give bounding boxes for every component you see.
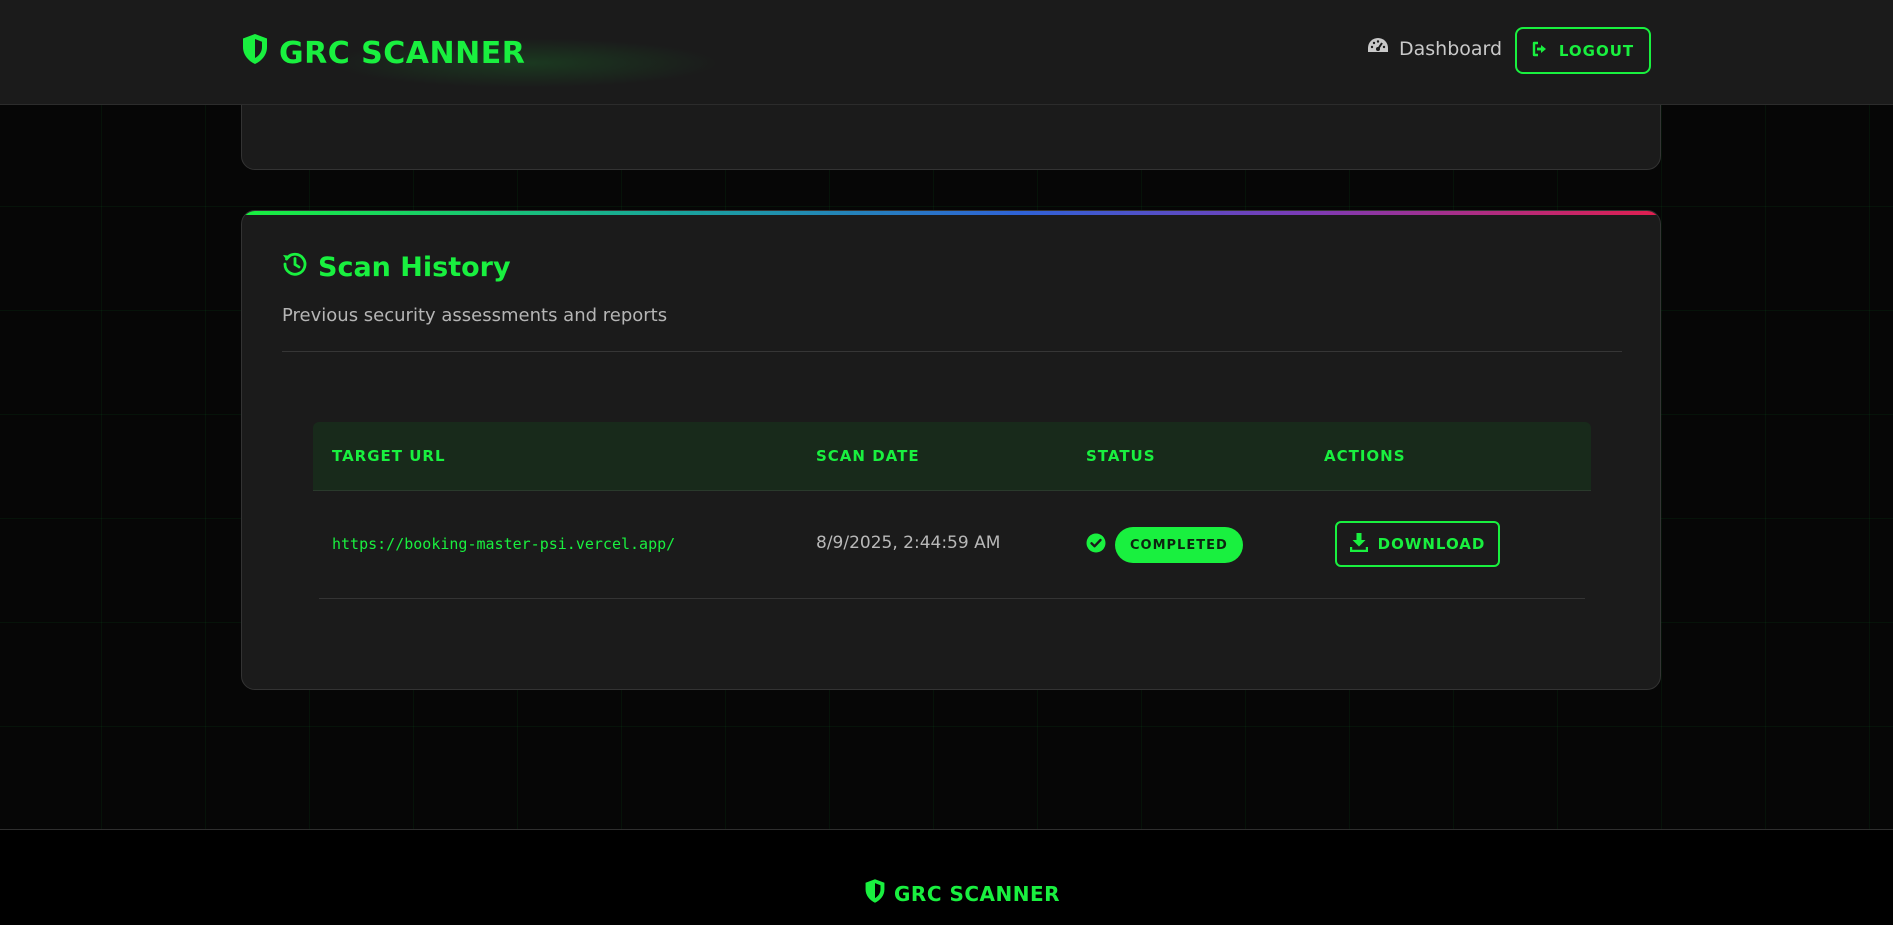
logout-label: LOGOUT [1558, 41, 1635, 60]
table-row: https://booking-master-psi.vercel.app/ 8… [313, 491, 1591, 599]
column-header-target-url: TARGET URL [332, 447, 446, 465]
brand-name: GRC SCANNER [279, 35, 526, 71]
row-divider [319, 598, 1585, 599]
history-icon [282, 251, 308, 284]
nav-dashboard-link[interactable]: Dashboard [1367, 37, 1502, 60]
gauge-icon [1367, 37, 1389, 60]
nav-dashboard-label: Dashboard [1399, 37, 1503, 60]
column-header-status: STATUS [1086, 447, 1156, 465]
table-header: TARGET URL SCAN DATE STATUS ACTIONS [313, 422, 1591, 491]
logout-button[interactable]: LOGOUT [1515, 27, 1651, 74]
download-button[interactable]: DOWNLOAD [1335, 521, 1500, 567]
scan-history-heading: Scan History [282, 251, 511, 284]
status-badge: COMPLETED [1115, 527, 1243, 563]
divider [282, 351, 1622, 352]
shield-icon [864, 878, 886, 909]
download-icon [1349, 532, 1368, 556]
scan-history-title: Scan History [318, 252, 511, 283]
scan-history-table: TARGET URL SCAN DATE STATUS ACTIONS http… [313, 422, 1591, 599]
scan-history-subtitle: Previous security assessments and report… [282, 305, 668, 326]
brand-logo[interactable]: GRC SCANNER [241, 33, 525, 73]
gradient-bar [242, 211, 1660, 215]
column-header-actions: ACTIONS [1324, 447, 1406, 465]
shield-icon [241, 33, 269, 73]
scan-history-card: Scan History Previous security assessmen… [241, 210, 1661, 690]
top-navbar: GRC SCANNER Dashboard LOGOUT [0, 0, 1893, 105]
status-cell: COMPLETED [1086, 527, 1243, 563]
footer-brand-name: GRC SCANNER [894, 881, 1061, 906]
scan-date: 8/9/2025, 2:44:59 AM [816, 533, 1001, 553]
target-url-link[interactable]: https://booking-master-psi.vercel.app/ [332, 535, 675, 553]
footer: GRC SCANNER [0, 829, 1893, 925]
check-circle-icon [1086, 533, 1106, 557]
column-header-scan-date: SCAN DATE [816, 447, 920, 465]
download-label: DOWNLOAD [1377, 535, 1486, 553]
footer-brand: GRC SCANNER [864, 878, 1060, 909]
sign-out-icon [1532, 41, 1550, 61]
